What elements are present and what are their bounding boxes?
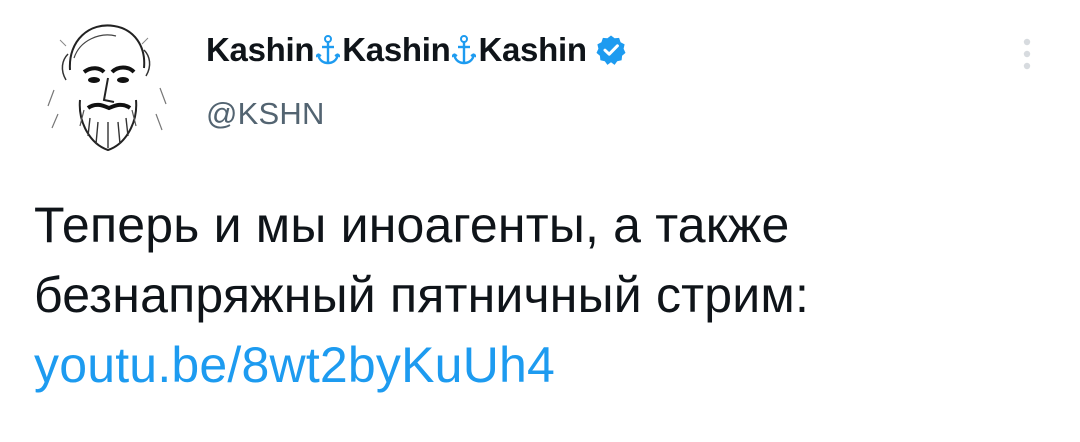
more-options-icon[interactable] bbox=[1012, 32, 1042, 76]
author-name-part-1[interactable]: Kashin bbox=[206, 31, 315, 69]
anchor-icon bbox=[452, 34, 477, 66]
anchor-icon bbox=[316, 34, 341, 66]
tweet-text: Теперь и мы иноагенты, а также безнапряж… bbox=[34, 190, 1054, 400]
verified-badge-icon bbox=[595, 34, 627, 66]
avatar[interactable] bbox=[30, 10, 180, 160]
author-handle[interactable]: @KSHN bbox=[206, 96, 325, 132]
tweet-text-line-1: Теперь и мы иноагенты, а также bbox=[34, 197, 790, 253]
tweet-link[interactable]: youtu.be/8wt2byKuUh4 bbox=[34, 330, 1054, 400]
tweet-text-line-2: безнапряжный пятничный стрим: bbox=[34, 267, 810, 323]
author-name-row[interactable]: Kashin Kashin Kashin bbox=[206, 26, 627, 74]
author-name-part-3[interactable]: Kashin bbox=[478, 31, 587, 69]
tweet-card: Kashin Kashin Kashin @KSHN Теперь и мы и… bbox=[0, 0, 1080, 442]
author-name-part-2[interactable]: Kashin bbox=[342, 31, 451, 69]
avatar-sketch-portrait bbox=[31, 11, 179, 159]
